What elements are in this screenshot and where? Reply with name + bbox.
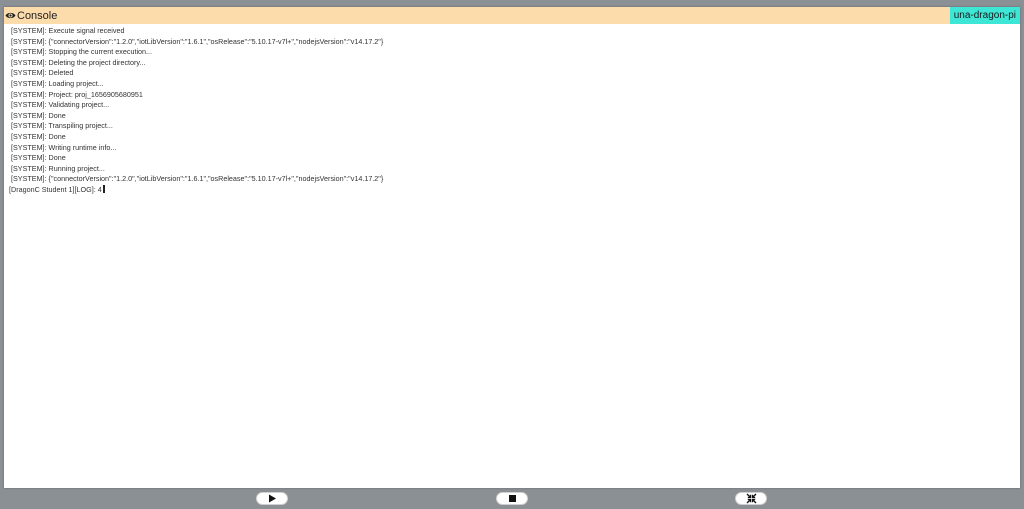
log-line-system: [SYSTEM]: Writing runtime info... (9, 143, 1009, 154)
log-line-system: [SYSTEM]: Execute signal received (9, 26, 1009, 37)
log-line-text: [SYSTEM]: Deleted (11, 68, 74, 78)
collapse-icon (746, 493, 756, 504)
log-line-text: [SYSTEM]: Loading project... (11, 78, 104, 88)
log-line-system: [SYSTEM]: Validating project... (9, 100, 1009, 111)
console-title-group: Console (4, 7, 57, 24)
log-line-system: [SYSTEM]: Loading project... (9, 79, 1009, 90)
console-panel: Console una-dragon-pi [SYSTEM]: Execute … (4, 7, 1020, 488)
eye-icon[interactable] (5, 11, 16, 20)
console-title: Console (17, 9, 58, 22)
text-cursor (102, 184, 105, 193)
play-icon (269, 494, 276, 503)
log-line-text: [SYSTEM]: Execute signal received (11, 26, 125, 35)
stop-icon (508, 495, 516, 502)
log-line-system: [SYSTEM]: {"connectorVersion":"1.2.0","i… (9, 174, 1009, 185)
log-line-text: [SYSTEM]: {"connectorVersion":"1.2.0","i… (11, 174, 384, 184)
collapse-button[interactable] (735, 492, 767, 505)
log-line-user: [DragonC Student 1][LOG]: 4 (9, 184, 1009, 196)
log-line-system: [SYSTEM]: Project: proj_1656905680951 (9, 90, 1009, 101)
stop-button[interactable] (496, 492, 528, 505)
log-line-text: [DragonC Student 1][LOG]: 4 (9, 184, 102, 194)
log-line-system: [SYSTEM]: {"connectorVersion":"1.2.0","i… (9, 37, 1009, 48)
log-line-system: [SYSTEM]: Running project... (9, 164, 1009, 175)
log-line-system: [SYSTEM]: Done (9, 111, 1009, 122)
log-line-text: [SYSTEM]: Project: proj_1656905680951 (11, 89, 143, 99)
log-line-text: [SYSTEM]: Writing runtime info... (11, 142, 117, 152)
log-line-text: [SYSTEM]: Done (11, 153, 66, 163)
log-line-system: [SYSTEM]: Deleted (9, 68, 1009, 79)
play-button[interactable] (256, 492, 288, 505)
log-line-system: [SYSTEM]: Transpiling project... (9, 121, 1009, 132)
log-line-text: [SYSTEM]: Done (11, 131, 66, 141)
log-line-system: [SYSTEM]: Done (9, 153, 1009, 164)
console-header: Console una-dragon-pi (4, 7, 1020, 24)
log-line-system: [SYSTEM]: Done (9, 132, 1009, 143)
log-line-text: [SYSTEM]: Deleting the project directory… (11, 57, 146, 67)
log-line-system: [SYSTEM]: Deleting the project directory… (9, 58, 1009, 69)
log-line-text: [SYSTEM]: Done (11, 110, 66, 120)
log-line-text: [SYSTEM]: Transpiling project... (11, 121, 113, 131)
log-line-text: [SYSTEM]: Validating project... (11, 100, 110, 110)
log-line-text: [SYSTEM]: {"connectorVersion":"1.2.0","i… (11, 36, 384, 46)
console-controls (0, 489, 1024, 509)
log-line-text: [SYSTEM]: Running project... (11, 163, 105, 173)
device-badge[interactable]: una-dragon-pi (949, 7, 1020, 24)
console-log: [SYSTEM]: Execute signal received [SYSTEM… (9, 26, 1009, 196)
log-line-text: [SYSTEM]: Stopping the current execution… (11, 47, 153, 57)
log-line-system: [SYSTEM]: Stopping the current execution… (9, 47, 1009, 58)
